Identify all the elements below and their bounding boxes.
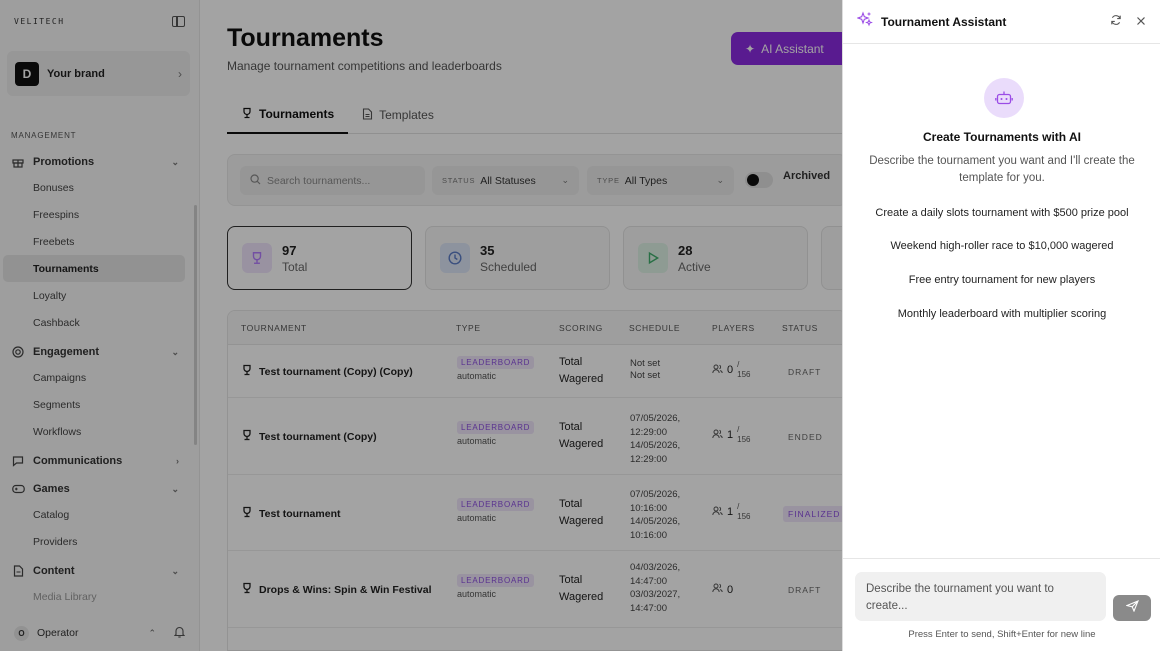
assistant-title: Tournament Assistant <box>881 14 1007 29</box>
close-icon[interactable] <box>1136 15 1146 29</box>
send-button[interactable] <box>1113 595 1151 621</box>
assistant-panel: Tournament Assistant Create Tournaments … <box>842 0 1160 651</box>
suggestion-item[interactable]: Free entry tournament for new players <box>843 274 1160 286</box>
suggestion-item[interactable]: Weekend high-roller race to $10,000 wage… <box>843 240 1160 252</box>
suggestion-item[interactable]: Monthly leaderboard with multiplier scor… <box>843 308 1160 320</box>
bot-icon <box>984 78 1024 118</box>
modal-backdrop[interactable] <box>0 0 842 651</box>
send-icon <box>1124 599 1139 617</box>
assistant-heading: Create Tournaments with AI <box>922 130 1082 144</box>
sparkles-icon <box>856 11 873 32</box>
refresh-icon[interactable] <box>1110 14 1122 29</box>
assistant-description: Describe the tournament you want and I'l… <box>869 155 1135 184</box>
suggestion-item[interactable]: Create a daily slots tournament with $50… <box>843 207 1160 219</box>
assistant-header: Tournament Assistant <box>843 0 1160 44</box>
assistant-message-input[interactable]: Describe the tournament you want to crea… <box>855 572 1106 621</box>
assistant-footer: Describe the tournament you want to crea… <box>843 558 1160 651</box>
input-hint: Press Enter to send, Shift+Enter for new… <box>908 629 1096 640</box>
